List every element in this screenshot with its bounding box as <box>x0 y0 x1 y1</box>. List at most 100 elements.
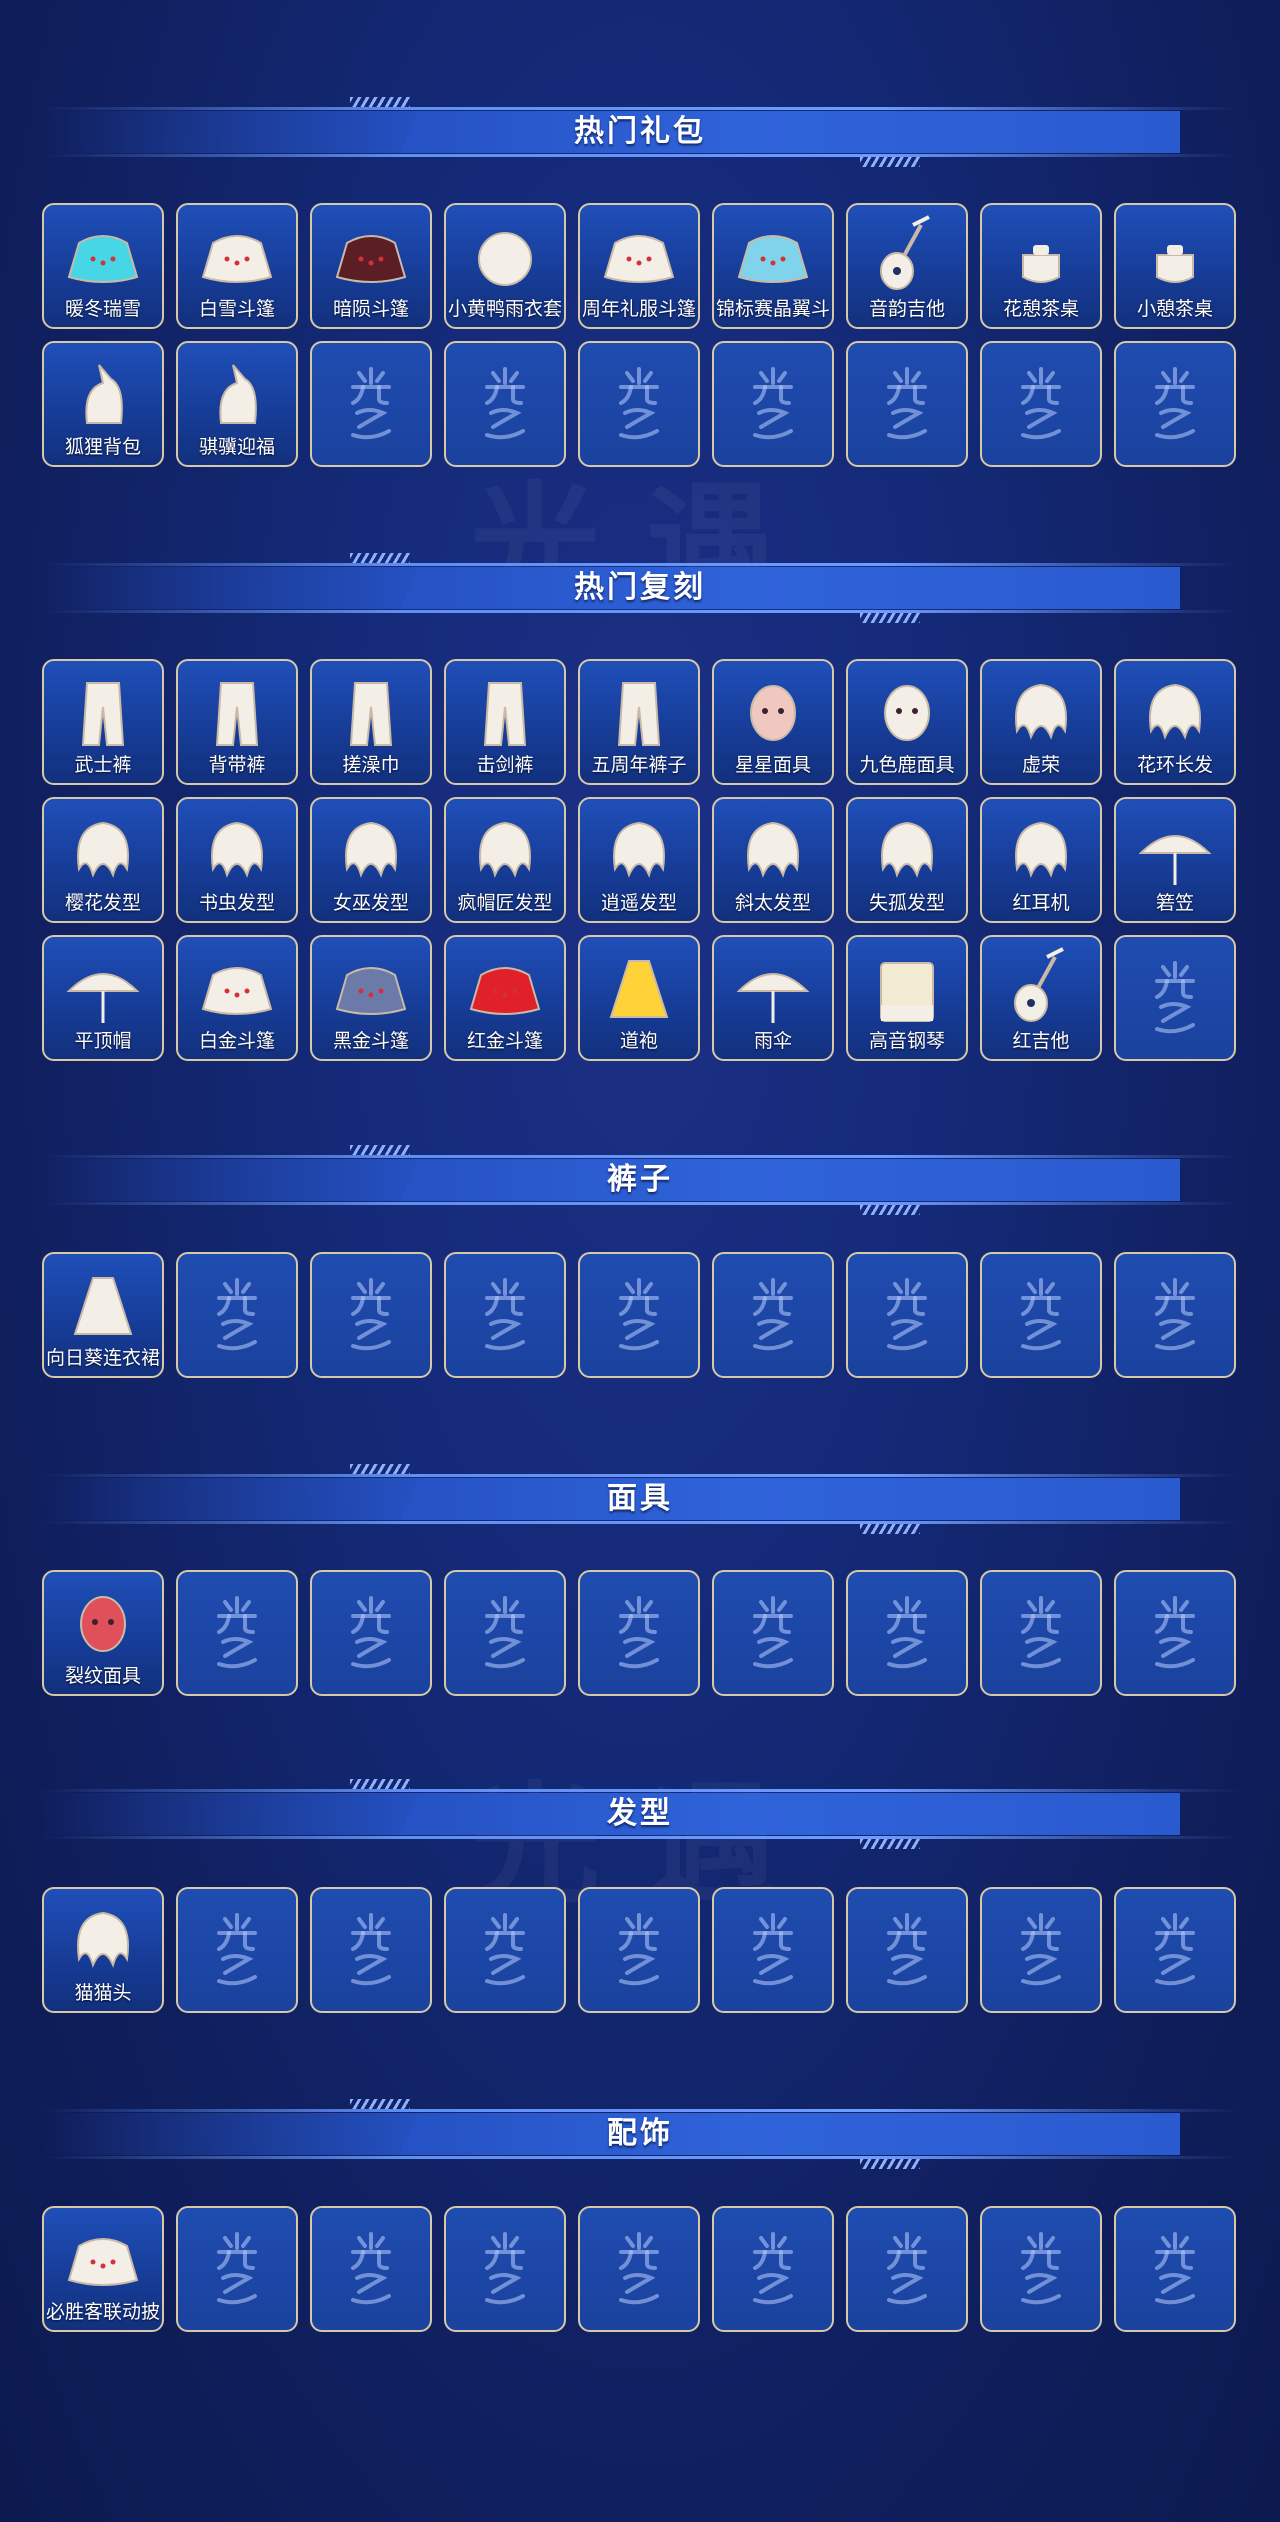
empty-slot <box>310 1887 432 2013</box>
placeholder-logo-icon <box>446 1276 564 1362</box>
item-tile[interactable]: 猫猫头 <box>42 1887 164 2013</box>
section-title: 热门礼包 <box>574 114 706 149</box>
item-tile[interactable]: 疯帽匠发型 <box>444 797 566 923</box>
item-tile[interactable]: 搓澡巾 <box>310 659 432 785</box>
flat-cap-icon <box>44 943 162 1031</box>
item-tile[interactable]: 斜太发型 <box>712 797 834 923</box>
item-tile[interactable]: 五周年裤子 <box>578 659 700 785</box>
section-pants: 裤子 <box>0 1143 1280 1217</box>
empty-slot <box>712 1252 834 1378</box>
item-tile[interactable]: 骐骥迎福 <box>176 341 298 467</box>
item-tile[interactable]: 红吉他 <box>980 935 1102 1061</box>
item-tile[interactable]: 白雪斗篷 <box>176 203 298 329</box>
item-tile[interactable]: 狐狸背包 <box>42 341 164 467</box>
empty-slot <box>846 1887 968 2013</box>
item-tile[interactable]: 裂纹面具 <box>42 1570 164 1696</box>
section-banner: 面具 <box>40 1462 1240 1536</box>
section-hot-gift-packs: 热门礼包 <box>0 95 1280 169</box>
item-tile[interactable]: 小憩茶桌 <box>1114 203 1236 329</box>
item-tile[interactable]: 箬笠 <box>1114 797 1236 923</box>
item-tile[interactable]: 红金斗篷 <box>444 935 566 1061</box>
empty-slot <box>444 1570 566 1696</box>
item-tile[interactable]: 花憩茶桌 <box>980 203 1102 329</box>
item-tile[interactable]: 音韵吉他 <box>846 203 968 329</box>
item-tile[interactable]: 樱花发型 <box>42 797 164 923</box>
item-label: 白金斗篷 <box>198 1030 275 1052</box>
empty-slot <box>712 1570 834 1696</box>
item-tile[interactable]: 小黄鸭雨衣套 <box>444 203 566 329</box>
item-tile[interactable]: 暗陨斗篷 <box>310 203 432 329</box>
empty-slot <box>846 1252 968 1378</box>
empty-slot <box>1114 1570 1236 1696</box>
item-label: 红金斗篷 <box>466 1030 543 1052</box>
item-label: 女巫发型 <box>332 892 409 914</box>
red-guitar-icon <box>982 943 1100 1031</box>
page: 光 遇 光 遇 热门礼包 暖冬瑞雪 白雪斗篷 暗陨斗篷小黄鸭雨衣套 周年礼服斗篷… <box>0 0 1280 2522</box>
bath-towel-pants-icon <box>312 667 430 755</box>
placeholder-logo-icon <box>982 1276 1100 1362</box>
duck-raincoat-icon <box>446 211 564 299</box>
long-hair-icon <box>982 667 1100 755</box>
item-tile[interactable]: 周年礼服斗篷 <box>578 203 700 329</box>
placeholder-logo-icon <box>446 365 564 451</box>
placeholder-logo-icon <box>982 365 1100 451</box>
item-label: 搓澡巾 <box>342 754 400 776</box>
anniversary-pants-icon <box>580 667 698 755</box>
empty-slot <box>712 1887 834 2013</box>
placeholder-logo-icon <box>178 1594 296 1680</box>
item-tile[interactable]: 书虫发型 <box>176 797 298 923</box>
item-tile[interactable]: 必胜客联动披 <box>42 2206 164 2332</box>
item-label: 平顶帽 <box>74 1030 132 1052</box>
empty-slot <box>310 341 432 467</box>
empty-slot <box>846 2206 968 2332</box>
item-tile[interactable]: 虚荣 <box>980 659 1102 785</box>
empty-slot <box>1114 2206 1236 2332</box>
item-label: 猫猫头 <box>74 1982 132 2004</box>
item-label: 白雪斗篷 <box>198 298 275 320</box>
item-label: 小黄鸭雨衣套 <box>447 298 562 320</box>
item-label: 花环长发 <box>1136 754 1213 776</box>
section-masks: 面具 <box>0 1462 1280 1536</box>
placeholder-logo-icon <box>714 365 832 451</box>
item-tile[interactable]: 暖冬瑞雪 <box>42 203 164 329</box>
item-tile[interactable]: 击剑裤 <box>444 659 566 785</box>
guitar-icon <box>848 211 966 299</box>
item-tile[interactable]: 黑金斗篷 <box>310 935 432 1061</box>
item-label: 道袍 <box>619 1030 658 1052</box>
item-tile[interactable]: 雨伞 <box>712 935 834 1061</box>
item-tile[interactable]: 逍遥发型 <box>578 797 700 923</box>
item-tile[interactable]: 高音钢琴 <box>846 935 968 1061</box>
item-tile[interactable]: 白金斗篷 <box>176 935 298 1061</box>
item-tile[interactable]: 平顶帽 <box>42 935 164 1061</box>
placeholder-logo-icon <box>446 2230 564 2316</box>
item-label: 黑金斗篷 <box>332 1030 409 1052</box>
item-tile[interactable]: 红耳机 <box>980 797 1102 923</box>
white-cape-icon <box>178 211 296 299</box>
empty-slot <box>444 1252 566 1378</box>
empty-slot <box>1114 1252 1236 1378</box>
item-tile[interactable]: 向日葵连衣裙 <box>42 1252 164 1378</box>
item-tile[interactable]: 背带裤 <box>176 659 298 785</box>
item-grid-accessories: 必胜客联动披 <box>42 2206 1242 2332</box>
item-tile[interactable]: 道袍 <box>578 935 700 1061</box>
item-tile[interactable]: 锦标赛晶翼斗 <box>712 203 834 329</box>
item-tile[interactable]: 女巫发型 <box>310 797 432 923</box>
item-tile[interactable]: 星星面具 <box>712 659 834 785</box>
placeholder-logo-icon <box>1116 365 1234 451</box>
empty-slot <box>310 1252 432 1378</box>
tea-table-icon <box>982 211 1100 299</box>
item-tile[interactable]: 九色鹿面具 <box>846 659 968 785</box>
item-tile[interactable]: 武士裤 <box>42 659 164 785</box>
section-title: 面具 <box>607 1481 673 1516</box>
star-mask-icon <box>714 667 832 755</box>
crystal-wing-cape-icon <box>714 211 832 299</box>
item-tile[interactable]: 花环长发 <box>1114 659 1236 785</box>
ponytail-hair-icon <box>580 805 698 893</box>
sakura-hair-icon <box>44 805 162 893</box>
pizza-box-cape-icon <box>44 2214 162 2302</box>
item-tile[interactable]: 失孤发型 <box>846 797 968 923</box>
placeholder-logo-icon <box>178 1276 296 1362</box>
item-label: 高音钢琴 <box>868 1030 945 1052</box>
item-label: 击剑裤 <box>476 754 534 776</box>
wild-hair-icon <box>848 805 966 893</box>
